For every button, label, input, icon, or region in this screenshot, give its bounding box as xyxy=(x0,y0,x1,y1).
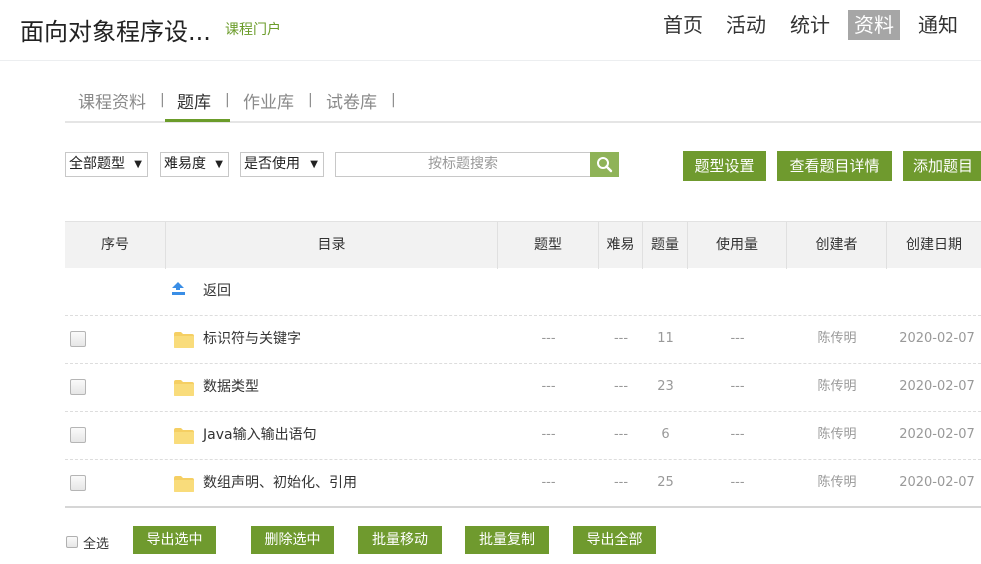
view-question-details-button[interactable]: 查看题目详情 xyxy=(777,151,892,181)
cell-created-date: 2020-02-07 xyxy=(899,379,975,394)
chevron-down-icon: ▼ xyxy=(134,159,142,170)
folder-name[interactable]: 数组声明、初始化、引用 xyxy=(203,460,493,506)
nav-notifications[interactable]: 通知 xyxy=(912,10,964,40)
header-creator: 创建者 xyxy=(787,222,887,269)
header-directory: 目录 xyxy=(166,222,498,269)
table-row[interactable]: 数据类型 --- --- 23 --- 陈传明 2020-02-07 xyxy=(65,364,981,412)
question-type-value: 全部题型 xyxy=(69,156,125,172)
nav-home[interactable]: 首页 xyxy=(657,10,709,40)
cell-count: 6 xyxy=(661,427,670,442)
nav-statistics[interactable]: 统计 xyxy=(784,10,836,40)
table-row[interactable]: 标识符与关键字 --- --- 11 --- 陈传明 2020-02-07 xyxy=(65,316,981,364)
row-checkbox[interactable] xyxy=(70,427,86,443)
tab-separator: | xyxy=(391,92,396,108)
search-button[interactable] xyxy=(590,152,619,177)
folder-name[interactable]: Java输入输出语句 xyxy=(203,412,493,458)
folder-name[interactable]: 标识符与关键字 xyxy=(203,316,493,362)
cell-type: --- xyxy=(541,427,556,442)
row-checkbox[interactable] xyxy=(70,475,86,491)
cell-usage: --- xyxy=(730,427,745,442)
sub-tabs: 课程资料 | 题库 | 作业库 | 试卷库 | xyxy=(65,78,981,123)
usage-value: 是否使用 xyxy=(244,156,300,172)
back-arrow-icon xyxy=(172,282,185,295)
tab-exam-bank[interactable]: 试卷库 xyxy=(326,88,377,113)
folder-icon xyxy=(174,332,194,348)
tab-question-bank[interactable]: 题库 xyxy=(177,88,211,113)
cell-difficulty: --- xyxy=(613,427,629,442)
chevron-down-icon: ▼ xyxy=(310,159,318,170)
batch-move-button[interactable]: 批量移动 xyxy=(358,526,442,554)
difficulty-select[interactable]: 难易度 ▼ xyxy=(160,152,229,177)
search-input[interactable]: 按标题搜索 xyxy=(335,152,591,177)
folder-icon xyxy=(174,380,194,396)
cell-creator: 陈传明 xyxy=(817,331,857,346)
main-nav: 首页 活动 统计 资料 通知 xyxy=(0,10,981,40)
row-checkbox[interactable] xyxy=(70,331,86,347)
folder-icon xyxy=(174,476,194,492)
cell-type: --- xyxy=(541,331,556,346)
active-tab-underline xyxy=(165,119,230,122)
table-header: 序号 目录 题型 难易 题量 使用量 创建者 创建日期 xyxy=(65,221,981,269)
tab-separator: | xyxy=(225,92,230,108)
usage-select[interactable]: 是否使用 ▼ xyxy=(240,152,324,177)
cell-created-date: 2020-02-07 xyxy=(899,475,975,490)
back-row[interactable]: 返回 xyxy=(65,268,981,316)
nav-materials[interactable]: 资料 xyxy=(848,10,900,40)
type-settings-button[interactable]: 题型设置 xyxy=(683,151,766,181)
cell-type: --- xyxy=(541,379,556,394)
cell-creator: 陈传明 xyxy=(817,427,857,442)
back-label[interactable]: 返回 xyxy=(203,268,403,314)
select-all-label[interactable]: 全选 xyxy=(83,533,109,552)
chevron-down-icon: ▼ xyxy=(215,159,223,170)
cell-usage: --- xyxy=(730,475,745,490)
cell-count: 23 xyxy=(657,379,674,394)
table-row[interactable]: 数组声明、初始化、引用 --- --- 25 --- 陈传明 2020-02-0… xyxy=(65,460,981,508)
header-count: 题量 xyxy=(643,222,688,269)
folder-icon xyxy=(174,428,194,444)
difficulty-value: 难易度 xyxy=(164,156,206,172)
cell-created-date: 2020-02-07 xyxy=(899,427,975,442)
search-icon xyxy=(597,157,613,173)
export-selected-button[interactable]: 导出选中 xyxy=(133,526,216,554)
row-checkbox[interactable] xyxy=(70,379,86,395)
header-usage: 使用量 xyxy=(688,222,787,269)
cell-creator: 陈传明 xyxy=(817,379,857,394)
cell-difficulty: --- xyxy=(613,379,629,394)
cell-usage: --- xyxy=(730,379,745,394)
export-all-button[interactable]: 导出全部 xyxy=(573,526,656,554)
delete-selected-button[interactable]: 删除选中 xyxy=(251,526,334,554)
table-row[interactable]: Java输入输出语句 --- --- 6 --- 陈传明 2020-02-07 xyxy=(65,412,981,460)
header-created-date: 创建日期 xyxy=(906,237,962,253)
cell-count: 25 xyxy=(657,475,674,490)
cell-count: 11 xyxy=(657,331,674,346)
nav-activity[interactable]: 活动 xyxy=(720,10,772,40)
question-type-select[interactable]: 全部题型 ▼ xyxy=(65,152,148,177)
add-question-button[interactable]: 添加题目 xyxy=(903,151,981,181)
tab-separator: | xyxy=(308,92,313,108)
select-all-checkbox[interactable] xyxy=(66,536,78,548)
cell-creator: 陈传明 xyxy=(817,475,857,490)
header-difficulty: 难易 xyxy=(599,222,643,269)
tab-homework-bank[interactable]: 作业库 xyxy=(243,88,294,113)
cell-type: --- xyxy=(541,475,556,490)
cell-difficulty: --- xyxy=(613,475,629,490)
tab-separator: | xyxy=(160,92,165,108)
question-bank-table: 序号 目录 题型 难易 题量 使用量 创建者 创建日期 返回 标识符与关键字 -… xyxy=(65,221,981,508)
cell-usage: --- xyxy=(730,331,745,346)
header-type: 题型 xyxy=(498,222,599,269)
folder-name[interactable]: 数据类型 xyxy=(203,364,493,410)
cell-difficulty: --- xyxy=(613,331,629,346)
header-index: 序号 xyxy=(65,222,166,269)
cell-created-date: 2020-02-07 xyxy=(899,331,975,346)
batch-copy-button[interactable]: 批量复制 xyxy=(465,526,549,554)
header: 面向对象程序设... 课程门户 首页 活动 统计 资料 通知 xyxy=(0,0,981,61)
tab-course-materials[interactable]: 课程资料 xyxy=(78,88,146,113)
